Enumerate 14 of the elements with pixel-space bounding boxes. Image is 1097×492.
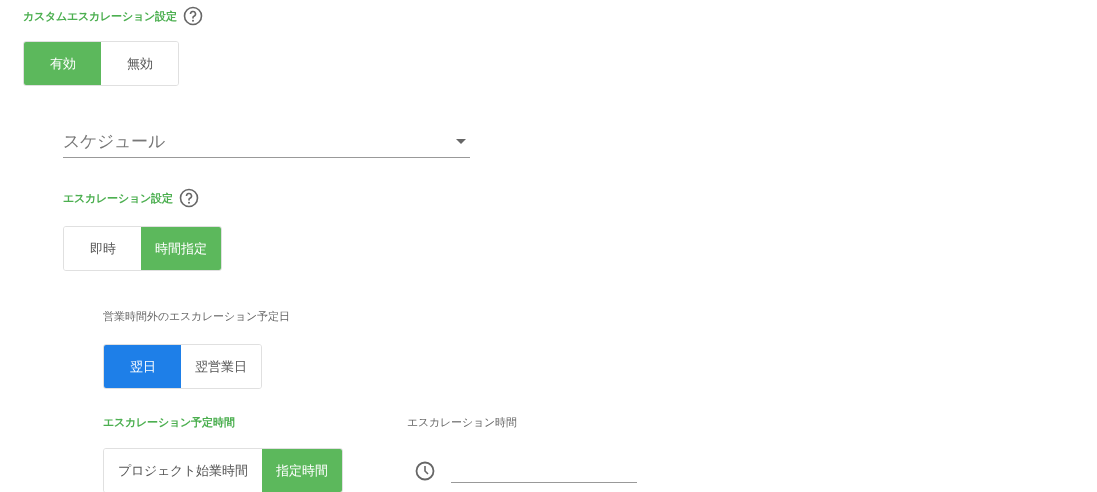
toggle-option[interactable]: 時間指定 [141,227,221,270]
section-title: エスカレーション予定時間 [103,415,236,430]
field-label: 営業時間外のエスカレーション予定日 [103,310,290,323]
toggle-option[interactable]: 有効 [24,42,101,85]
toggle-option[interactable]: 指定時間 [262,449,342,492]
help-icon[interactable] [183,6,203,26]
dropdown-caret-icon [456,139,466,144]
field-label: エスカレーション時間 [407,415,518,430]
toggle-option[interactable]: 翌日 [104,345,181,388]
schedule-select[interactable]: スケジュール [63,130,470,158]
clock-icon [415,460,435,481]
help-icon[interactable] [179,188,199,208]
section-title: エスカレーション設定 [63,190,173,206]
section-title: カスタムエスカレーション設定 [23,8,177,24]
